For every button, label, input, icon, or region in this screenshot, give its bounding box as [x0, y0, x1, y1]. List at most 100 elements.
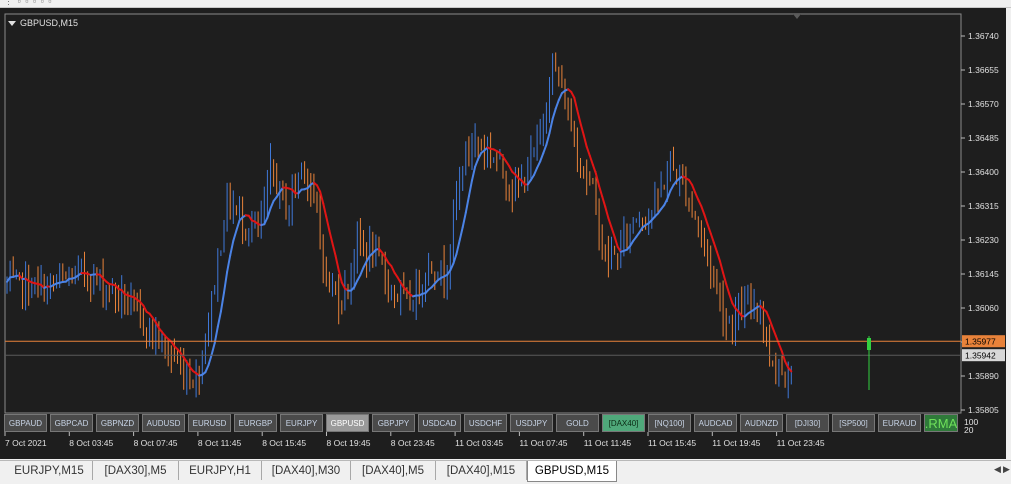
- chart-canvas[interactable]: 1.367401.366551.365701.364851.364001.363…: [0, 8, 1006, 459]
- time-label: 11 Oct 23:45: [777, 438, 825, 448]
- moving-average-segment: [469, 180, 472, 196]
- symbol-button-usdchf[interactable]: USDCHF: [464, 414, 507, 432]
- tab-scroll-right-icon[interactable]: ▶: [1003, 464, 1010, 475]
- moving-average-segment: [587, 147, 590, 156]
- moving-average-segment: [599, 186, 602, 196]
- dropdown-triangle-icon[interactable]: [8, 21, 16, 26]
- symbol-button-rma[interactable]: .RMA: [924, 414, 958, 432]
- symbol-button-audusd[interactable]: AUDUSD: [142, 414, 185, 432]
- chart-title-text: GBPUSD,M15: [20, 18, 78, 28]
- moving-average-segment: [593, 165, 596, 174]
- symbol-button-eurjpy[interactable]: EURJPY: [280, 414, 323, 432]
- symbol-button-sp500[interactable]: [SP500]: [832, 414, 875, 432]
- moving-average-segment: [664, 199, 667, 205]
- chart-tabs-bar: EURJPY,M15[DAX30],M5EURJPY,H1[DAX40],M30…: [0, 460, 1011, 484]
- chart-title[interactable]: GBPUSD,M15: [8, 17, 78, 29]
- time-label: 11 Oct 15:45: [648, 438, 696, 448]
- moving-average-segment: [720, 261, 723, 273]
- moving-average-segment: [360, 267, 363, 275]
- moving-average-segment: [705, 215, 708, 224]
- time-label: 8 Oct 19:45: [327, 438, 371, 448]
- moving-average-segment: [326, 217, 329, 231]
- symbol-button-dji30[interactable]: [DJI30]: [786, 414, 829, 432]
- symbol-button-usdjpy[interactable]: USDJPY: [510, 414, 553, 432]
- price-level-label: 1.35977: [965, 337, 996, 347]
- price-label: 1.36485: [968, 133, 999, 143]
- moving-average-segment: [391, 266, 394, 273]
- chart-window[interactable]: 1.367401.366551.365701.364851.364001.363…: [0, 8, 1006, 459]
- moving-average-segment: [698, 200, 701, 207]
- moving-average-segment: [708, 224, 711, 233]
- moving-average-segment: [537, 161, 540, 167]
- price-label: 1.36570: [968, 99, 999, 109]
- moving-average-segment: [215, 327, 218, 343]
- moving-average-segment: [546, 133, 549, 145]
- symbol-button-bar: GBPAUDGBPCADGBPNZDAUDUSDEURUSDEURGBPEURJ…: [4, 414, 961, 432]
- chart-tab[interactable]: [DAX40],M15: [436, 461, 527, 480]
- chart-tab[interactable]: EURJPY,M15: [6, 461, 93, 480]
- chart-tab[interactable]: EURJPY,H1: [179, 461, 262, 480]
- moving-average-segment: [615, 237, 618, 247]
- moving-average-segment: [767, 312, 770, 320]
- moving-average-segment: [271, 201, 274, 208]
- moving-average-segment: [463, 213, 466, 228]
- moving-average-segment: [329, 231, 332, 244]
- moving-average-segment: [711, 233, 714, 242]
- moving-average-segment: [776, 336, 779, 344]
- moving-average-segment: [457, 241, 460, 254]
- moving-average-segment: [695, 193, 698, 200]
- price-label: 1.35890: [968, 371, 999, 381]
- symbol-button-gbpcad[interactable]: GBPCAD: [50, 414, 93, 432]
- price-label: 1.35805: [968, 405, 999, 415]
- symbol-button-eurgbp[interactable]: EURGBP: [234, 414, 277, 432]
- top-toolbar-strip: ⋮ ▫ ▫ ▫ ▫ ▫: [0, 0, 1011, 8]
- moving-average-segment: [336, 256, 339, 270]
- symbol-button-dax40[interactable]: [DAX40]: [602, 414, 645, 432]
- moving-average-segment: [726, 284, 729, 294]
- time-label: 11 Oct 03:45: [455, 438, 503, 448]
- moving-average-segment: [717, 252, 720, 262]
- moving-average-segment: [701, 206, 704, 215]
- symbol-button-audcad[interactable]: AUDCAD: [694, 414, 737, 432]
- moving-average-segment: [605, 207, 608, 218]
- moving-average-segment: [475, 159, 478, 167]
- moving-average-segment: [714, 242, 717, 251]
- time-label: 8 Oct 23:45: [391, 438, 435, 448]
- symbol-button-nq100[interactable]: [NQ100]: [648, 414, 691, 432]
- moving-average-segment: [230, 241, 233, 256]
- price-label: 1.36655: [968, 65, 999, 75]
- moving-average-segment: [236, 220, 239, 230]
- moving-average-segment: [227, 255, 230, 272]
- price-label: 1.36400: [968, 167, 999, 177]
- chart-tab[interactable]: GBPUSD,M15: [527, 461, 617, 482]
- moving-average-segment: [574, 98, 577, 111]
- signal-marker: [867, 338, 871, 350]
- symbol-button-gbpjpy[interactable]: GBPJPY: [372, 414, 415, 432]
- chart-tab[interactable]: [DAX40],M30: [262, 461, 351, 480]
- plot-border: [5, 14, 961, 413]
- moving-average-segment: [323, 203, 326, 217]
- symbol-button-audnzd[interactable]: AUDNZD: [740, 414, 783, 432]
- indicator-scale-bottom: 20: [964, 425, 974, 435]
- chart-tab[interactable]: [DAX40],M5: [351, 461, 436, 480]
- chart-tab[interactable]: [DAX30],M5: [93, 461, 179, 480]
- moving-average-segment: [602, 197, 605, 207]
- symbol-button-gold[interactable]: GOLD: [556, 414, 599, 432]
- moving-average-segment: [534, 168, 537, 175]
- moving-average-segment: [581, 123, 584, 134]
- moving-average-segment: [559, 93, 562, 100]
- symbol-button-gbpaud[interactable]: GBPAUD: [4, 414, 47, 432]
- tab-scroll-left-icon[interactable]: ◀: [994, 464, 1001, 475]
- moving-average-segment: [466, 196, 469, 212]
- time-label: 11 Oct 19:45: [712, 438, 760, 448]
- symbol-button-gbpusd[interactable]: GBPUSD: [326, 414, 369, 432]
- symbol-button-usdcad[interactable]: USDCAD: [418, 414, 461, 432]
- symbol-button-eurusd[interactable]: EURUSD: [188, 414, 231, 432]
- time-label: 11 Oct 07:45: [519, 438, 567, 448]
- moving-average-segment: [209, 355, 212, 365]
- moving-average-segment: [779, 344, 782, 352]
- symbol-button-euraud[interactable]: EURAUD: [878, 414, 921, 432]
- moving-average-segment: [221, 293, 224, 312]
- price-label: 1.36145: [968, 269, 999, 279]
- symbol-button-gbpnzd[interactable]: GBPNZD: [96, 414, 139, 432]
